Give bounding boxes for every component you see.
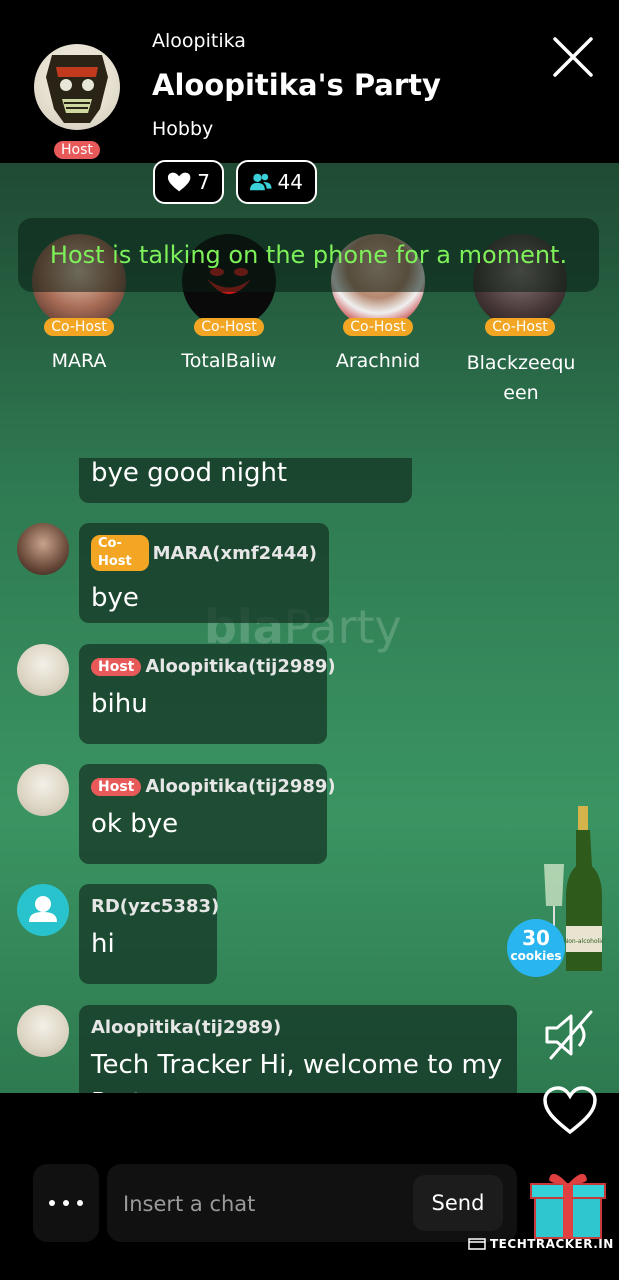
message-text: hi bbox=[91, 929, 115, 959]
more-button[interactable] bbox=[33, 1164, 99, 1242]
chat-message: RD(yzc5383) hi bbox=[79, 884, 219, 984]
chat-message: bye good night bbox=[79, 458, 412, 503]
cohost-badge: Co-Host bbox=[485, 318, 555, 336]
mute-icon bbox=[545, 1010, 593, 1060]
party-title: Aloopitika's Party bbox=[152, 68, 441, 102]
mute-button[interactable] bbox=[543, 1008, 597, 1062]
close-icon bbox=[553, 37, 593, 77]
user-icon bbox=[29, 896, 57, 922]
message-sender[interactable]: Aloopitika(tij2989) bbox=[145, 776, 335, 797]
party-category: Hobby bbox=[152, 118, 214, 140]
host-badge: Host bbox=[54, 141, 100, 159]
like-button[interactable] bbox=[542, 1086, 598, 1136]
heart-icon bbox=[167, 172, 191, 192]
chat-message: Host Aloopitika(tij2989) ok bye bbox=[79, 764, 336, 864]
viewers-counter[interactable]: 44 bbox=[236, 160, 317, 204]
bottle-label: Non-alcoholic bbox=[564, 938, 605, 945]
more-icon bbox=[49, 1200, 55, 1206]
cohost-badge: Co-Host bbox=[91, 535, 149, 571]
close-button[interactable] bbox=[550, 34, 596, 80]
cohost-name: TotalBaliw bbox=[181, 350, 277, 372]
avatar[interactable] bbox=[17, 1005, 69, 1057]
gift-button[interactable] bbox=[529, 1168, 607, 1240]
host-status-notice: Host is talking on the phone for a momen… bbox=[18, 218, 599, 292]
cohost-badge: Co-Host bbox=[194, 318, 264, 336]
send-button[interactable]: Send bbox=[413, 1175, 503, 1231]
host-badge: Host bbox=[91, 657, 142, 676]
cookies-badge[interactable]: 30 cookies bbox=[507, 919, 565, 977]
viewers-count: 44 bbox=[277, 170, 303, 194]
browser-icon bbox=[468, 1238, 486, 1250]
site-watermark: TECHTRACKER.IN bbox=[468, 1237, 614, 1251]
avatar[interactable] bbox=[17, 644, 69, 696]
cohost-badge: Co-Host bbox=[44, 318, 114, 336]
host-username: Aloopitika bbox=[152, 30, 246, 52]
avatar[interactable] bbox=[17, 764, 69, 816]
cohost-badge: Co-Host bbox=[343, 318, 413, 336]
message-sender[interactable]: RD(yzc5383) bbox=[91, 896, 219, 917]
message-text: bye bbox=[91, 583, 139, 613]
people-icon bbox=[250, 173, 272, 191]
chat-input[interactable] bbox=[121, 1164, 405, 1244]
gift-icon bbox=[530, 1173, 606, 1239]
host-avatar[interactable] bbox=[34, 44, 120, 130]
likes-count: 7 bbox=[197, 170, 210, 194]
cohost-name: MARA bbox=[51, 350, 107, 372]
cookies-count: 30 bbox=[522, 926, 550, 950]
avatar[interactable] bbox=[17, 884, 69, 936]
cohost-name: Blackzeequeen bbox=[466, 352, 576, 404]
message-meta: Host Aloopitika(tij2989) bbox=[91, 776, 336, 797]
message-sender[interactable]: MARA(xmf2444) bbox=[153, 543, 317, 564]
cohost-name: Arachnid bbox=[335, 350, 421, 372]
likes-counter[interactable]: 7 bbox=[153, 160, 224, 204]
message-meta: Host Aloopitika(tij2989) bbox=[91, 656, 336, 677]
heart-outline-icon bbox=[543, 1086, 597, 1135]
message-text: ok bye bbox=[91, 809, 179, 839]
message-sender[interactable]: Aloopitika(tij2989) bbox=[91, 1017, 281, 1038]
message-meta: Co-Host MARA(xmf2444) bbox=[91, 535, 317, 571]
message-overflow bbox=[79, 1093, 517, 1130]
message-meta: Aloopitika(tij2989) bbox=[91, 1017, 505, 1038]
message-text: bihu bbox=[91, 689, 148, 719]
avatar[interactable] bbox=[17, 523, 69, 575]
chat-composer: Send bbox=[107, 1164, 517, 1244]
chat-message: Co-Host MARA(xmf2444) bye bbox=[79, 523, 329, 623]
message-sender[interactable]: Aloopitika(tij2989) bbox=[145, 656, 335, 677]
chat-message: Host Aloopitika(tij2989) bihu bbox=[79, 644, 336, 744]
message-text: bye good night bbox=[91, 458, 288, 488]
message-meta: RD(yzc5383) bbox=[91, 896, 219, 917]
cookies-label: cookies bbox=[510, 949, 562, 963]
host-badge: Host bbox=[91, 777, 142, 796]
